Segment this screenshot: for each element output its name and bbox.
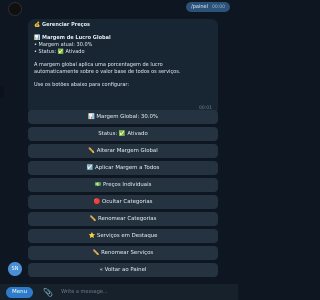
paperclip-icon[interactable]: 📎	[43, 288, 53, 297]
featured-services-button[interactable]: ⭐ Serviços em Destaque	[28, 229, 218, 243]
individual-prices-button[interactable]: 💵 Preços Individuais	[28, 178, 218, 192]
inline-keyboard: 📊 Margem Global: 30.0% Status: ✅ Ativado…	[28, 110, 218, 280]
hide-categories-button[interactable]: 🔴 Ocultar Categorias	[28, 195, 218, 209]
input-bar: Menu 📎 Write a message...	[0, 284, 238, 300]
prompt: Use os botões abaixo para configurar:	[34, 82, 130, 88]
user-message-time: 00:00	[212, 4, 225, 10]
scroll-indicator	[0, 86, 4, 98]
apply-margin-button[interactable]: ☑️ Aplicar Margem a Todos	[28, 161, 218, 175]
description-1: A margem global aplica uma porcentagem d…	[34, 62, 163, 68]
back-to-panel-button[interactable]: « Voltar ao Painel	[28, 263, 218, 277]
rename-categories-button[interactable]: ✏️ Renomear Categorias	[28, 212, 218, 226]
status: • Status: ✅ Ativado	[34, 49, 85, 55]
user-avatar	[8, 2, 22, 16]
margin-global-button[interactable]: 📊 Margem Global: 30.0%	[28, 110, 218, 124]
user-message-text: /painel	[191, 4, 209, 10]
bot-avatar: SN	[8, 262, 22, 276]
rename-services-button[interactable]: ✏️ Renomear Serviços	[28, 246, 218, 260]
message-input[interactable]: Write a message...	[61, 289, 108, 295]
change-margin-button[interactable]: ✏️ Alterar Margem Global	[28, 144, 218, 158]
current-margin: • Margem atual: 30.0%	[34, 42, 93, 48]
bot-message: 💰 Gerenciar Preços 📊 Margem de Lucro Glo…	[28, 19, 218, 115]
menu-button[interactable]: Menu	[6, 286, 34, 298]
section-title: 📊 Margem de Lucro Global	[34, 35, 111, 41]
chat-area: /painel 00:00 💰 Gerenciar Preços 📊 Marge…	[0, 0, 238, 284]
status-button[interactable]: Status: ✅ Ativado	[28, 127, 218, 141]
bot-title: 💰 Gerenciar Preços	[34, 22, 91, 28]
user-message: /painel 00:00	[186, 2, 230, 12]
description-2: automaticamente sobre o valor base de to…	[34, 69, 181, 75]
